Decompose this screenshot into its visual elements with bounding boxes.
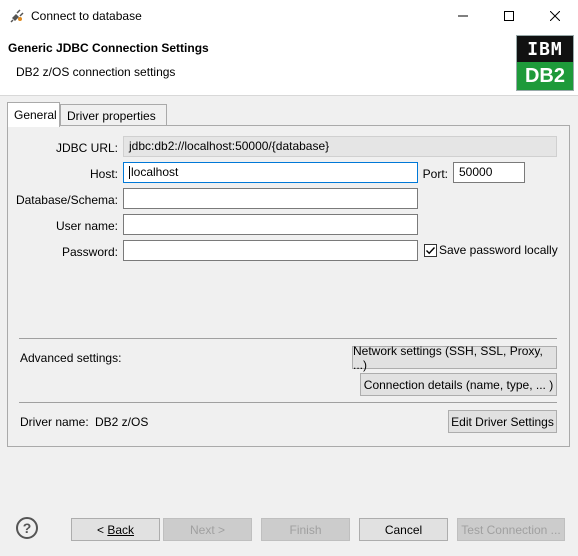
host-label: Host: xyxy=(89,167,118,181)
tab-driver-properties[interactable]: Driver properties xyxy=(60,104,167,126)
close-icon xyxy=(550,11,560,21)
network-settings-button[interactable]: Network settings (SSH, SSL, Proxy, ...) xyxy=(352,344,557,372)
back-arrow: < xyxy=(96,522,108,537)
jdbc-url-field[interactable]: jdbc:db2://localhost:50000/{database} xyxy=(123,136,557,157)
save-password-label[interactable]: Save password locally xyxy=(439,243,558,257)
jdbc-url-label: JDBC URL: xyxy=(55,141,118,155)
next-button[interactable]: Next > xyxy=(163,518,252,541)
connection-details-button[interactable]: Connection details (name, type, ... ) xyxy=(360,373,557,396)
header-subtitle: DB2 z/OS connection settings xyxy=(16,65,176,79)
separator xyxy=(19,402,557,403)
database-schema-input[interactable] xyxy=(123,188,418,209)
password-label: Password: xyxy=(61,245,118,259)
save-password-checkbox[interactable] xyxy=(424,244,437,257)
help-icon[interactable]: ? xyxy=(16,517,38,539)
dialog-header: Generic JDBC Connection Settings DB2 z/O… xyxy=(0,32,578,96)
port-label: Port: xyxy=(422,167,448,181)
title-bar: Connect to database xyxy=(0,0,578,32)
port-input[interactable]: 50000 xyxy=(453,162,525,183)
edit-driver-settings-button[interactable]: Edit Driver Settings xyxy=(448,410,557,433)
driver-name-label: Driver name: xyxy=(20,415,89,429)
cancel-button[interactable]: Cancel xyxy=(359,518,448,541)
back-label: Back xyxy=(107,522,135,537)
ibm-logo-text: IBM xyxy=(517,36,573,62)
test-connection-button[interactable]: Test Connection ... xyxy=(457,518,565,541)
host-value: localhost xyxy=(131,165,179,179)
database-schema-label: Database/Schema: xyxy=(15,193,118,207)
back-button[interactable]: < Back xyxy=(71,518,160,541)
driver-name-value: DB2 z/OS xyxy=(95,415,149,429)
username-input[interactable] xyxy=(123,214,418,235)
db2-logo: IBM DB2 xyxy=(516,35,574,91)
username-label: User name: xyxy=(55,219,118,233)
tab-general[interactable]: General xyxy=(7,102,60,127)
maximize-button[interactable] xyxy=(486,0,532,32)
checkmark-icon xyxy=(426,247,436,255)
host-input[interactable]: localhost xyxy=(123,162,418,183)
minimize-button[interactable] xyxy=(440,0,486,32)
separator xyxy=(19,338,557,339)
close-button[interactable] xyxy=(532,0,578,32)
text-caret xyxy=(129,166,130,180)
header-title: Generic JDBC Connection Settings xyxy=(8,41,209,55)
maximize-icon xyxy=(504,11,514,21)
database-plug-icon xyxy=(10,9,24,23)
password-input[interactable] xyxy=(123,240,418,261)
db2-logo-text: DB2 xyxy=(517,62,573,90)
advanced-settings-label: Advanced settings: xyxy=(20,351,122,365)
window-title: Connect to database xyxy=(31,9,142,23)
finish-button[interactable]: Finish xyxy=(261,518,350,541)
minimize-icon xyxy=(458,15,468,17)
